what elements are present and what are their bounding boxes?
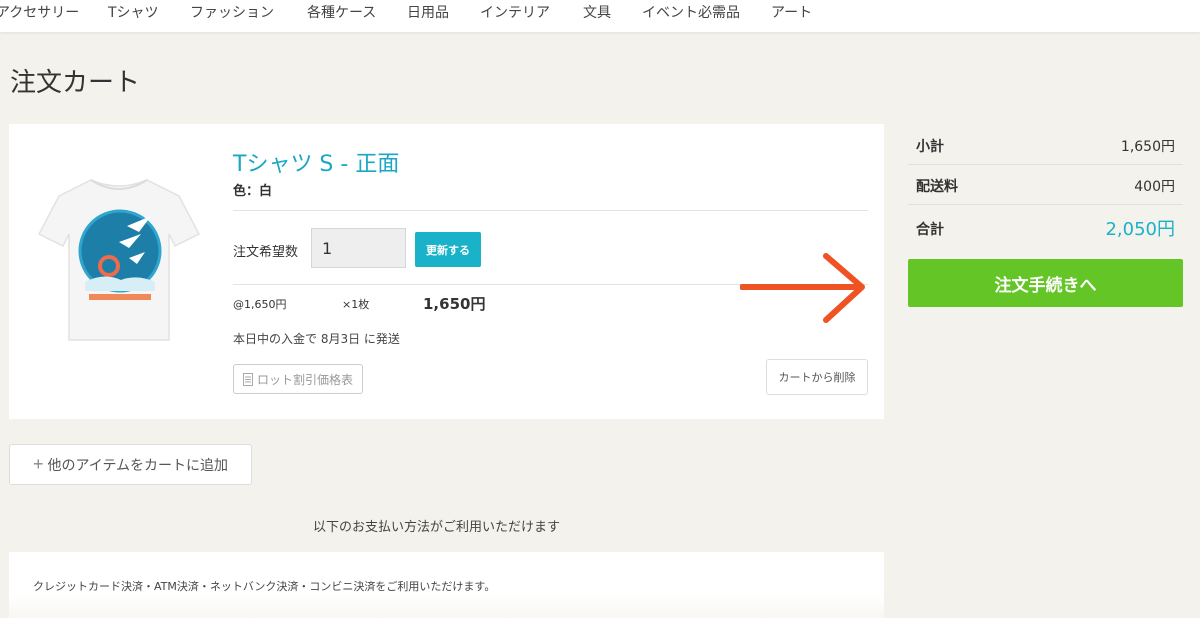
page-title: 注文カート xyxy=(10,68,141,98)
payment-methods-card: クレジットカード決済・ATM決済・ネットバンク決済・コンビニ決済をご利用いただけ… xyxy=(9,552,884,618)
nav-item-cases[interactable]: 各種ケース xyxy=(307,2,376,22)
divider xyxy=(233,210,868,211)
unit-quantity: ×1枚 xyxy=(342,298,370,311)
lot-price-table-button[interactable]: ロット割引価格表 xyxy=(233,364,363,394)
remove-from-cart-button[interactable]: カートから削除 xyxy=(766,359,868,395)
right-arrow-icon xyxy=(740,253,865,323)
nav-item-art[interactable]: アート xyxy=(771,2,812,22)
product-variant: 色：白 xyxy=(233,184,273,199)
product-title-link[interactable]: Tシャツ S - 正面 xyxy=(233,146,399,178)
nav-item-fashion[interactable]: ファッション xyxy=(190,2,274,22)
document-icon xyxy=(242,372,253,386)
subtotal-label: 小計 xyxy=(916,139,944,155)
divider xyxy=(908,204,1183,205)
shipping-fee-value: 400円 xyxy=(1134,179,1175,195)
subtotal-value: 1,650円 xyxy=(1120,139,1175,155)
nav-item-interior[interactable]: インテリア xyxy=(480,2,550,22)
plus-icon: + xyxy=(32,454,44,474)
nav-item-accessories[interactable]: アクセサリー xyxy=(0,2,79,22)
add-other-items-button[interactable]: + 他のアイテムをカートに追加 xyxy=(9,444,252,485)
nav-item-stationery[interactable]: 文具 xyxy=(583,2,611,22)
payment-methods-heading: 以下のお支払い方法がご利用いただけます xyxy=(313,520,561,535)
total-value: 2,050円 xyxy=(1105,219,1175,240)
checkout-button[interactable]: 注文手続きへ xyxy=(908,259,1183,307)
unit-price: @1,650円 xyxy=(233,298,287,311)
nav-item-event-goods[interactable]: イベント必需品 xyxy=(642,2,740,22)
divider xyxy=(908,164,1183,165)
product-image[interactable] xyxy=(29,154,209,344)
line-total: 1,650円 xyxy=(423,295,486,313)
quantity-input[interactable] xyxy=(311,228,406,268)
add-other-items-label: 他のアイテムをカートに追加 xyxy=(47,456,229,473)
total-label: 合計 xyxy=(916,222,944,238)
lot-price-table-label: ロット割引価格表 xyxy=(256,372,353,387)
top-nav: アクセサリー Tシャツ ファッション 各種ケース 日用品 インテリア 文具 イベ… xyxy=(0,0,1200,32)
update-button[interactable]: 更新する xyxy=(415,232,481,267)
shipping-fee-label: 配送料 xyxy=(916,179,958,195)
quantity-label: 注文希望数 xyxy=(233,245,299,260)
nav-item-daily-goods[interactable]: 日用品 xyxy=(407,2,449,22)
shipping-note: 本日中の入金で 8月3日 に発送 xyxy=(233,332,400,346)
nav-item-tshirts[interactable]: Tシャツ xyxy=(108,2,159,22)
payment-methods-text: クレジットカード決済・ATM決済・ネットバンク決済・コンビニ決済をご利用いただけ… xyxy=(33,580,496,593)
